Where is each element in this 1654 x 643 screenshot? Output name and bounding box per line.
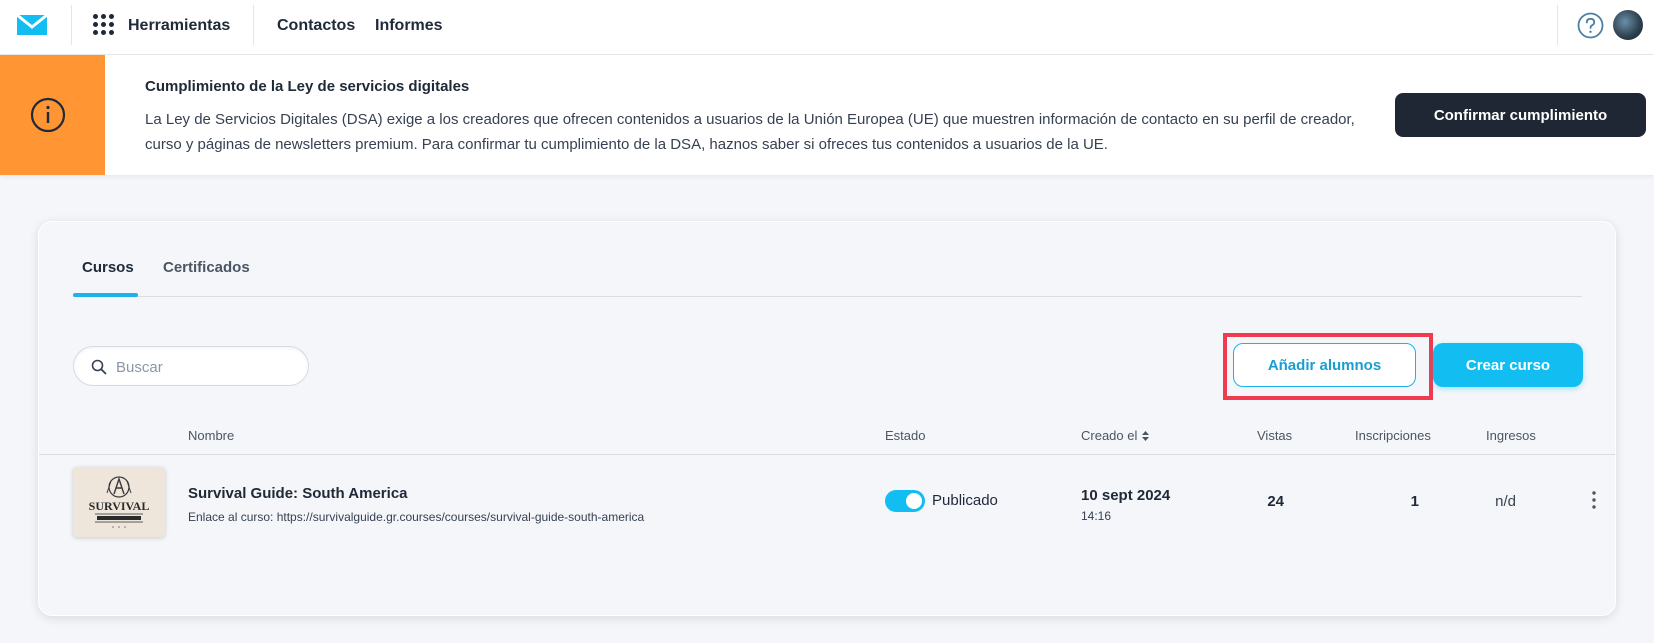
nav-contacts[interactable]: Contactos [277, 17, 355, 35]
tools-menu[interactable]: Herramientas [128, 17, 230, 35]
question-circle-icon[interactable] [1577, 12, 1604, 39]
top-navigation-bar: Herramientas Contactos Informes [0, 0, 1654, 55]
apps-grid-icon[interactable] [93, 14, 115, 36]
created-date: 10 sept 2024 [1081, 487, 1171, 504]
banner-text: La Ley de Servicios Digitales (DSA) exig… [145, 111, 1355, 153]
search-box [73, 346, 309, 386]
confirm-compliance-button[interactable]: Confirmar cumplimiento [1395, 93, 1646, 137]
banner-accent [0, 55, 105, 175]
banner-title: Cumplimiento de la Ley de servicios digi… [145, 78, 470, 95]
publish-toggle[interactable] [885, 490, 925, 512]
tab-certificates[interactable]: Certificados [163, 259, 250, 276]
divider [1557, 5, 1558, 45]
toggle-knob [906, 493, 922, 509]
tab-courses[interactable]: Cursos [82, 259, 134, 276]
column-header-created[interactable]: Creado el [1081, 428, 1150, 443]
column-header-views: Vistas [1257, 428, 1293, 443]
user-avatar[interactable] [1613, 10, 1643, 40]
divider [71, 5, 72, 45]
dsa-compliance-banner: Cumplimiento de la Ley de servicios digi… [0, 55, 1654, 175]
income-value: n/d [1495, 493, 1516, 510]
column-header-created-label: Creado el [1081, 428, 1138, 443]
column-header-status: Estado [885, 428, 926, 443]
created-time: 14:16 [1081, 509, 1112, 523]
course-thumbnail[interactable]: SURVIVAL [73, 467, 165, 537]
table-header-divider [39, 454, 1615, 455]
tabs-divider [73, 296, 1582, 297]
divider [253, 5, 254, 45]
sort-icon[interactable] [1142, 431, 1150, 441]
nav-reports[interactable]: Informes [375, 17, 443, 35]
survival-thumbnail-text: SURVIVAL [89, 499, 150, 513]
survival-logo-image: SURVIVAL [89, 476, 150, 528]
column-header-income: Ingresos [1486, 428, 1536, 443]
active-tab-indicator [73, 293, 138, 297]
column-header-name: Nombre [188, 428, 235, 443]
column-header-enrollments: Inscripciones [1355, 428, 1431, 443]
info-circle-icon [30, 97, 66, 133]
search-input[interactable] [116, 355, 296, 379]
search-icon [91, 359, 107, 375]
status-label: Publicado [932, 492, 998, 509]
views-count: 24 [1267, 493, 1284, 510]
course-link[interactable]: Enlace al curso: https://survivalguide.g… [188, 510, 644, 524]
more-vertical-icon[interactable] [1586, 490, 1602, 510]
create-course-button[interactable]: Crear curso [1433, 343, 1583, 387]
add-students-button[interactable]: Añadir alumnos [1233, 343, 1416, 387]
course-title[interactable]: Survival Guide: South America [188, 485, 408, 502]
envelope-logo[interactable] [16, 14, 48, 36]
courses-card: Cursos Certificados Añadir alumnos Crear… [38, 221, 1616, 616]
enrollments-count: 1 [1410, 493, 1419, 510]
